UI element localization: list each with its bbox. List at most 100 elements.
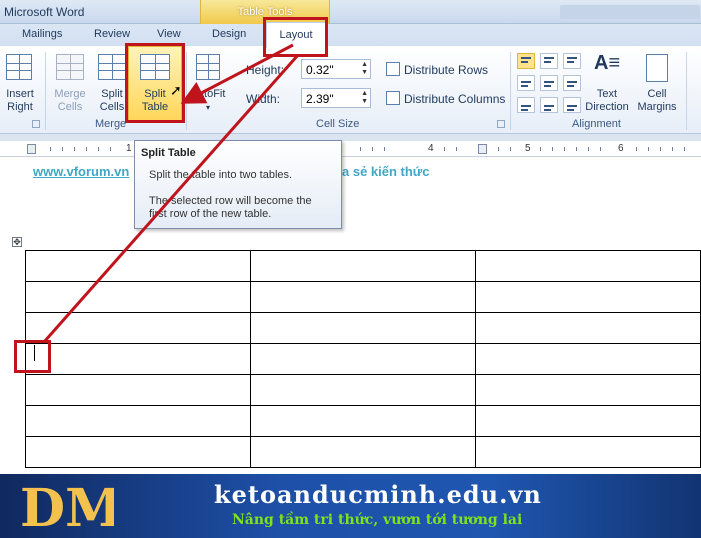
insert-right-button[interactable]: Insert Right: [2, 52, 38, 118]
table-cell[interactable]: [25, 436, 251, 468]
alignment-group-label: Alignment: [572, 118, 621, 130]
align-bottom-right-button[interactable]: [563, 97, 581, 113]
merge-cells-icon: [56, 54, 84, 80]
cell-size-launcher-icon[interactable]: [497, 120, 505, 128]
group-separator: [686, 52, 687, 130]
table-cell[interactable]: [25, 312, 251, 344]
ruler-indent-marker[interactable]: [27, 144, 36, 154]
align-bottom-left-button[interactable]: [517, 97, 535, 113]
title-bar-search-area: [560, 5, 700, 19]
table-cell[interactable]: [475, 405, 701, 437]
table-cell[interactable]: [475, 250, 701, 282]
rows-columns-launcher-icon[interactable]: [32, 120, 40, 128]
tab-mailings[interactable]: Mailings: [22, 28, 62, 40]
document-table: [25, 250, 701, 468]
table-row: [25, 436, 701, 468]
table-cell[interactable]: [475, 312, 701, 344]
distribute-rows-button[interactable]: Distribute Rows: [404, 63, 488, 77]
split-table-tooltip: Split Table Split the table into two tab…: [134, 140, 342, 229]
brand-logo: DM: [20, 478, 114, 534]
mouse-pointer-icon: ➚: [170, 82, 182, 98]
align-middle-right-button[interactable]: [563, 75, 581, 91]
table-cell[interactable]: [250, 250, 476, 282]
ribbon-tabs: Mailings Review View Design: [0, 24, 701, 46]
text-direction-button[interactable]: A≡ Text Direction: [584, 52, 630, 118]
horizontal-ruler[interactable]: 1 4 5 6: [0, 141, 701, 157]
width-label: Width:: [246, 92, 281, 106]
window-title: Microsoft Word: [4, 5, 85, 19]
table-cell[interactable]: [250, 374, 476, 406]
table-cell[interactable]: [25, 374, 251, 406]
align-top-left-button[interactable]: [517, 53, 535, 69]
table-row: [25, 374, 701, 406]
ruler-column-marker[interactable]: [478, 144, 487, 154]
spinner-arrows-icon[interactable]: ▲ ▼: [361, 90, 368, 106]
brand-slogan: Nâng tầm tri thức, vươn tới tương lai: [232, 512, 523, 528]
table-cell[interactable]: [475, 281, 701, 313]
table-cell[interactable]: [25, 250, 251, 282]
table-cell[interactable]: [250, 312, 476, 344]
title-bar: Microsoft Word: [0, 0, 701, 24]
height-spinner[interactable]: 0.32" ▲ ▼: [301, 59, 371, 79]
tooltip-title: Split Table: [141, 147, 196, 159]
table-cell[interactable]: [250, 405, 476, 437]
chevron-down-icon: ▾: [205, 103, 210, 112]
width-spinner[interactable]: 2.39" ▲ ▼: [301, 88, 371, 108]
insert-right-label-2: Right: [7, 101, 33, 113]
text-direction-label-1: Text: [596, 88, 618, 100]
annotation-box-cursor: [14, 340, 51, 373]
ruler-number: 5: [525, 143, 531, 154]
logo-letters: DM: [20, 478, 114, 534]
merge-cells-label-2: Cells: [57, 101, 83, 113]
document-link[interactable]: www.vforum.vn: [33, 164, 129, 179]
height-value: 0.32": [306, 63, 334, 77]
tab-view[interactable]: View: [157, 28, 181, 40]
table-row-selected: [25, 343, 701, 375]
align-top-center-button[interactable]: [540, 53, 558, 69]
ruler-number: 1: [126, 143, 132, 154]
cell-margins-button[interactable]: Cell Margins: [632, 52, 682, 118]
tab-design[interactable]: Design: [212, 28, 246, 40]
merge-group-label: Merge: [95, 118, 127, 130]
align-middle-left-button[interactable]: [517, 75, 535, 91]
table-cell[interactable]: [25, 281, 251, 313]
cell-margins-label-2: Margins: [637, 101, 677, 113]
align-middle-center-button[interactable]: [540, 75, 558, 91]
table-cell[interactable]: [475, 374, 701, 406]
table-cell[interactable]: [250, 343, 476, 375]
move-handle-icon[interactable]: ✥: [12, 237, 22, 247]
autofit-label: AutoFit: [190, 88, 226, 100]
table-row: [25, 312, 701, 344]
tooltip-line-2: The selected row will become the: [149, 195, 312, 207]
table-row: [25, 405, 701, 437]
cell-size-group-label: Cell Size: [316, 118, 360, 130]
tab-review[interactable]: Review: [94, 28, 130, 40]
annotation-box-layout-tab: [263, 17, 328, 57]
align-bottom-center-button[interactable]: [540, 97, 558, 113]
table-cell[interactable]: [250, 436, 476, 468]
group-separator: [510, 52, 511, 130]
text-direction-label-2: Direction: [585, 101, 629, 113]
ruler-number: 6: [618, 143, 624, 154]
tooltip-line-1: Split the table into two tables.: [149, 169, 293, 181]
document-text: a sẻ kiến thức: [342, 164, 430, 179]
merge-cells-label-1: Merge: [54, 88, 86, 100]
merge-cells-button[interactable]: Merge Cells: [50, 52, 90, 118]
insert-right-icon: [6, 54, 32, 80]
table-row: [25, 250, 701, 282]
autofit-icon: [196, 54, 220, 80]
table-cell[interactable]: [475, 436, 701, 468]
group-separator: [186, 52, 187, 130]
table-cell[interactable]: [25, 405, 251, 437]
autofit-button[interactable]: AutoFit ▾: [188, 52, 228, 118]
group-separator: [45, 52, 46, 130]
table-cell[interactable]: [25, 343, 251, 375]
table-cell[interactable]: [475, 343, 701, 375]
split-cells-icon: [98, 54, 126, 80]
distribute-columns-button[interactable]: Distribute Columns: [404, 92, 505, 106]
align-top-right-button[interactable]: [563, 53, 581, 69]
spinner-arrows-icon[interactable]: ▲ ▼: [361, 61, 368, 77]
tooltip-line-3: first row of the new table.: [149, 208, 272, 220]
table-cell[interactable]: [250, 281, 476, 313]
brand-site-name[interactable]: ketoanducminh.edu.vn: [214, 480, 542, 509]
